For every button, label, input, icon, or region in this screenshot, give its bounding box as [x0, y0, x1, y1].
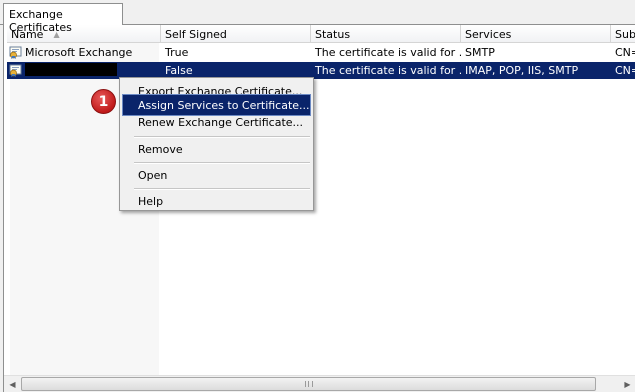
context-menu: Export Exchange Certificate... Assign Se…	[119, 77, 314, 211]
redacted-name	[25, 63, 117, 76]
cell-subject: CN=	[615, 64, 635, 77]
table-row[interactable]: Microsoft Exchange True The certificate …	[7, 44, 635, 61]
scroll-right-icon[interactable]: ▶	[619, 376, 635, 392]
menu-item-open[interactable]: Open	[123, 165, 310, 185]
certificates-list[interactable]: Name ▲ Self Signed Status Services Sub M…	[3, 25, 635, 392]
cell-services: SMTP	[465, 46, 495, 59]
menu-item-renew-certificate[interactable]: Renew Exchange Certificate...	[123, 112, 310, 132]
menu-separator	[134, 188, 310, 190]
menu-item-remove[interactable]: Remove	[123, 139, 310, 159]
menu-separator	[134, 136, 310, 138]
cell-self-signed: True	[165, 46, 189, 59]
grip-icon	[304, 381, 313, 387]
scroll-left-icon[interactable]: ◀	[4, 376, 21, 392]
certificate-icon	[9, 45, 23, 59]
tab-label: Exchange Certificates	[9, 8, 72, 34]
column-header-services[interactable]: Services	[461, 25, 611, 43]
cell-status: The certificate is valid for ...	[315, 64, 461, 77]
cell-services: IMAP, POP, IIS, SMTP	[465, 64, 579, 77]
column-header-status[interactable]: Status	[311, 25, 461, 43]
scrollbar-thumb[interactable]	[21, 377, 596, 391]
step-callout-badge: 1	[91, 89, 116, 114]
cell-subject: CN=	[615, 46, 635, 59]
certificate-icon	[9, 63, 23, 77]
exchange-certificates-window: Exchange Certificates Name ▲ Self Signed …	[0, 0, 635, 392]
column-header-self-signed[interactable]: Self Signed	[161, 25, 311, 43]
cell-name: Microsoft Exchange	[7, 44, 161, 61]
tab-exchange-certificates[interactable]: Exchange Certificates	[3, 3, 123, 34]
list-header: Name ▲ Self Signed Status Services Sub	[7, 25, 635, 43]
table-row-selected[interactable]: False The certificate is valid for ... I…	[7, 62, 635, 79]
menu-separator	[134, 162, 310, 164]
menu-item-help[interactable]: Help	[123, 191, 310, 211]
horizontal-scrollbar[interactable]: ◀ ▶	[4, 375, 635, 392]
cell-status: The certificate is valid for ...	[315, 46, 461, 59]
column-header-subject[interactable]: Sub	[611, 25, 635, 43]
